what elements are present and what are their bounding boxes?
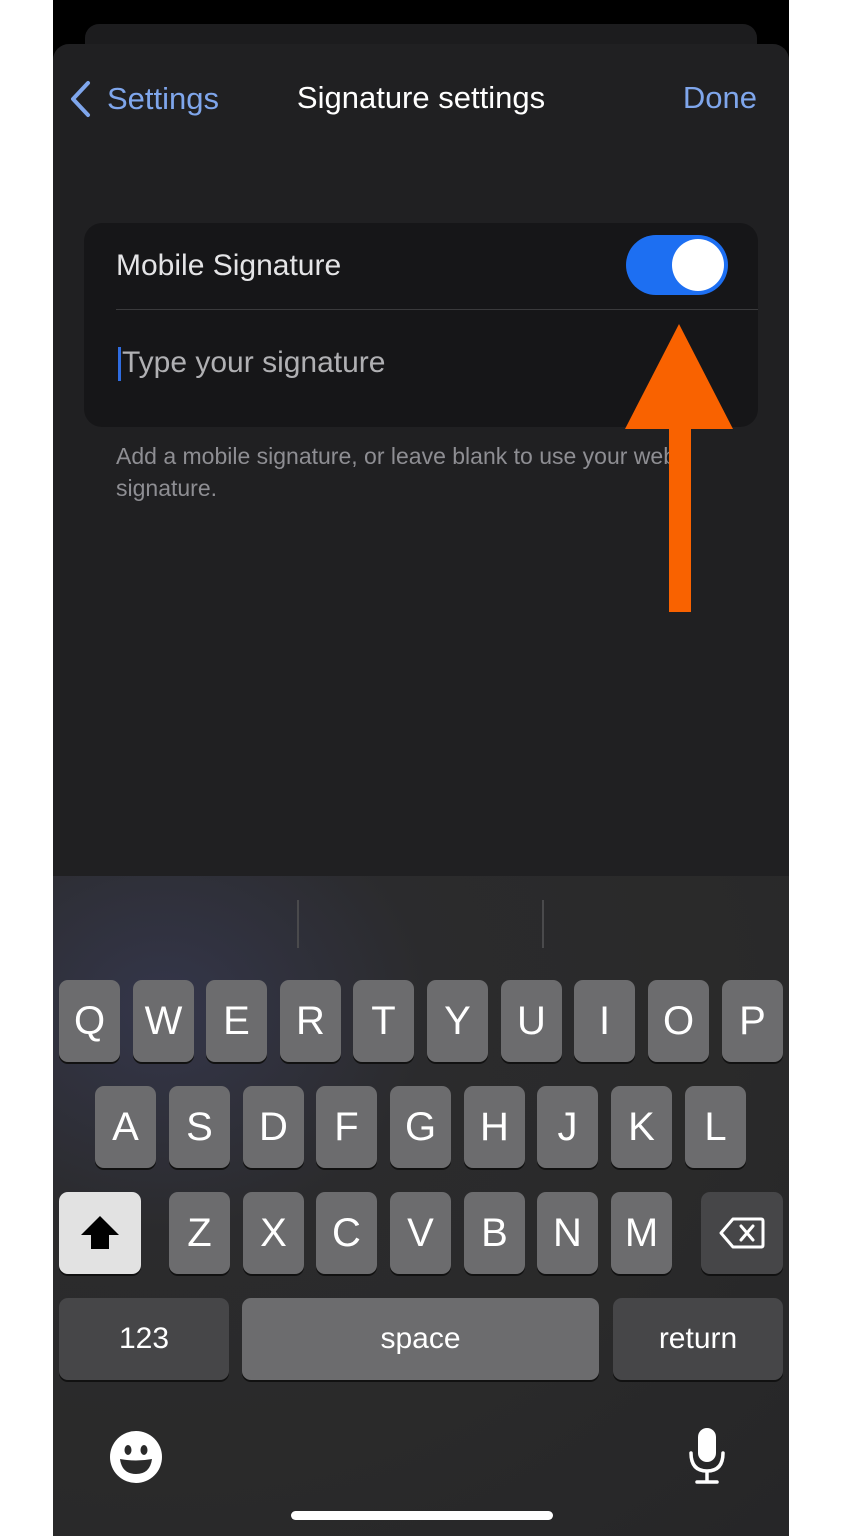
key-v[interactable]: V xyxy=(390,1192,451,1274)
key-i[interactable]: I xyxy=(574,980,635,1062)
suggestion-separator xyxy=(542,900,544,948)
key-u[interactable]: U xyxy=(501,980,562,1062)
return-key[interactable]: return xyxy=(613,1298,783,1380)
key-e[interactable]: E xyxy=(206,980,267,1062)
key-q[interactable]: Q xyxy=(59,980,120,1062)
delete-icon xyxy=(719,1217,765,1249)
emoji-icon[interactable] xyxy=(109,1430,163,1484)
key-t[interactable]: T xyxy=(353,980,414,1062)
key-p[interactable]: P xyxy=(722,980,783,1062)
key-f[interactable]: F xyxy=(316,1086,377,1168)
key-z[interactable]: Z xyxy=(169,1192,230,1274)
key-c[interactable]: C xyxy=(316,1192,377,1274)
key-m[interactable]: M xyxy=(611,1192,672,1274)
key-o[interactable]: O xyxy=(648,980,709,1062)
space-key[interactable]: space xyxy=(242,1298,599,1380)
key-w[interactable]: W xyxy=(133,980,194,1062)
key-g[interactable]: G xyxy=(390,1086,451,1168)
key-s[interactable]: S xyxy=(169,1086,230,1168)
key-h[interactable]: H xyxy=(464,1086,525,1168)
key-x[interactable]: X xyxy=(243,1192,304,1274)
shift-key[interactable] xyxy=(59,1192,141,1274)
phone-screen: Settings Signature settings Done Mobile … xyxy=(53,0,789,1536)
key-a[interactable]: A xyxy=(95,1086,156,1168)
key-d[interactable]: D xyxy=(243,1086,304,1168)
annotation-arrow-icon xyxy=(625,324,733,612)
key-n[interactable]: N xyxy=(537,1192,598,1274)
suggestion-separator xyxy=(297,900,299,948)
shift-icon xyxy=(81,1216,119,1249)
key-l[interactable]: L xyxy=(685,1086,746,1168)
keyboard: Q W E R T Y U I O P A S D F G H J K L Z … xyxy=(53,876,789,1536)
microphone-icon[interactable] xyxy=(687,1426,727,1486)
key-j[interactable]: J xyxy=(537,1086,598,1168)
key-b[interactable]: B xyxy=(464,1192,525,1274)
key-k[interactable]: K xyxy=(611,1086,672,1168)
key-y[interactable]: Y xyxy=(427,980,488,1062)
key-r[interactable]: R xyxy=(280,980,341,1062)
home-indicator[interactable] xyxy=(291,1511,553,1520)
numbers-key[interactable]: 123 xyxy=(59,1298,229,1380)
delete-key[interactable] xyxy=(701,1192,783,1274)
